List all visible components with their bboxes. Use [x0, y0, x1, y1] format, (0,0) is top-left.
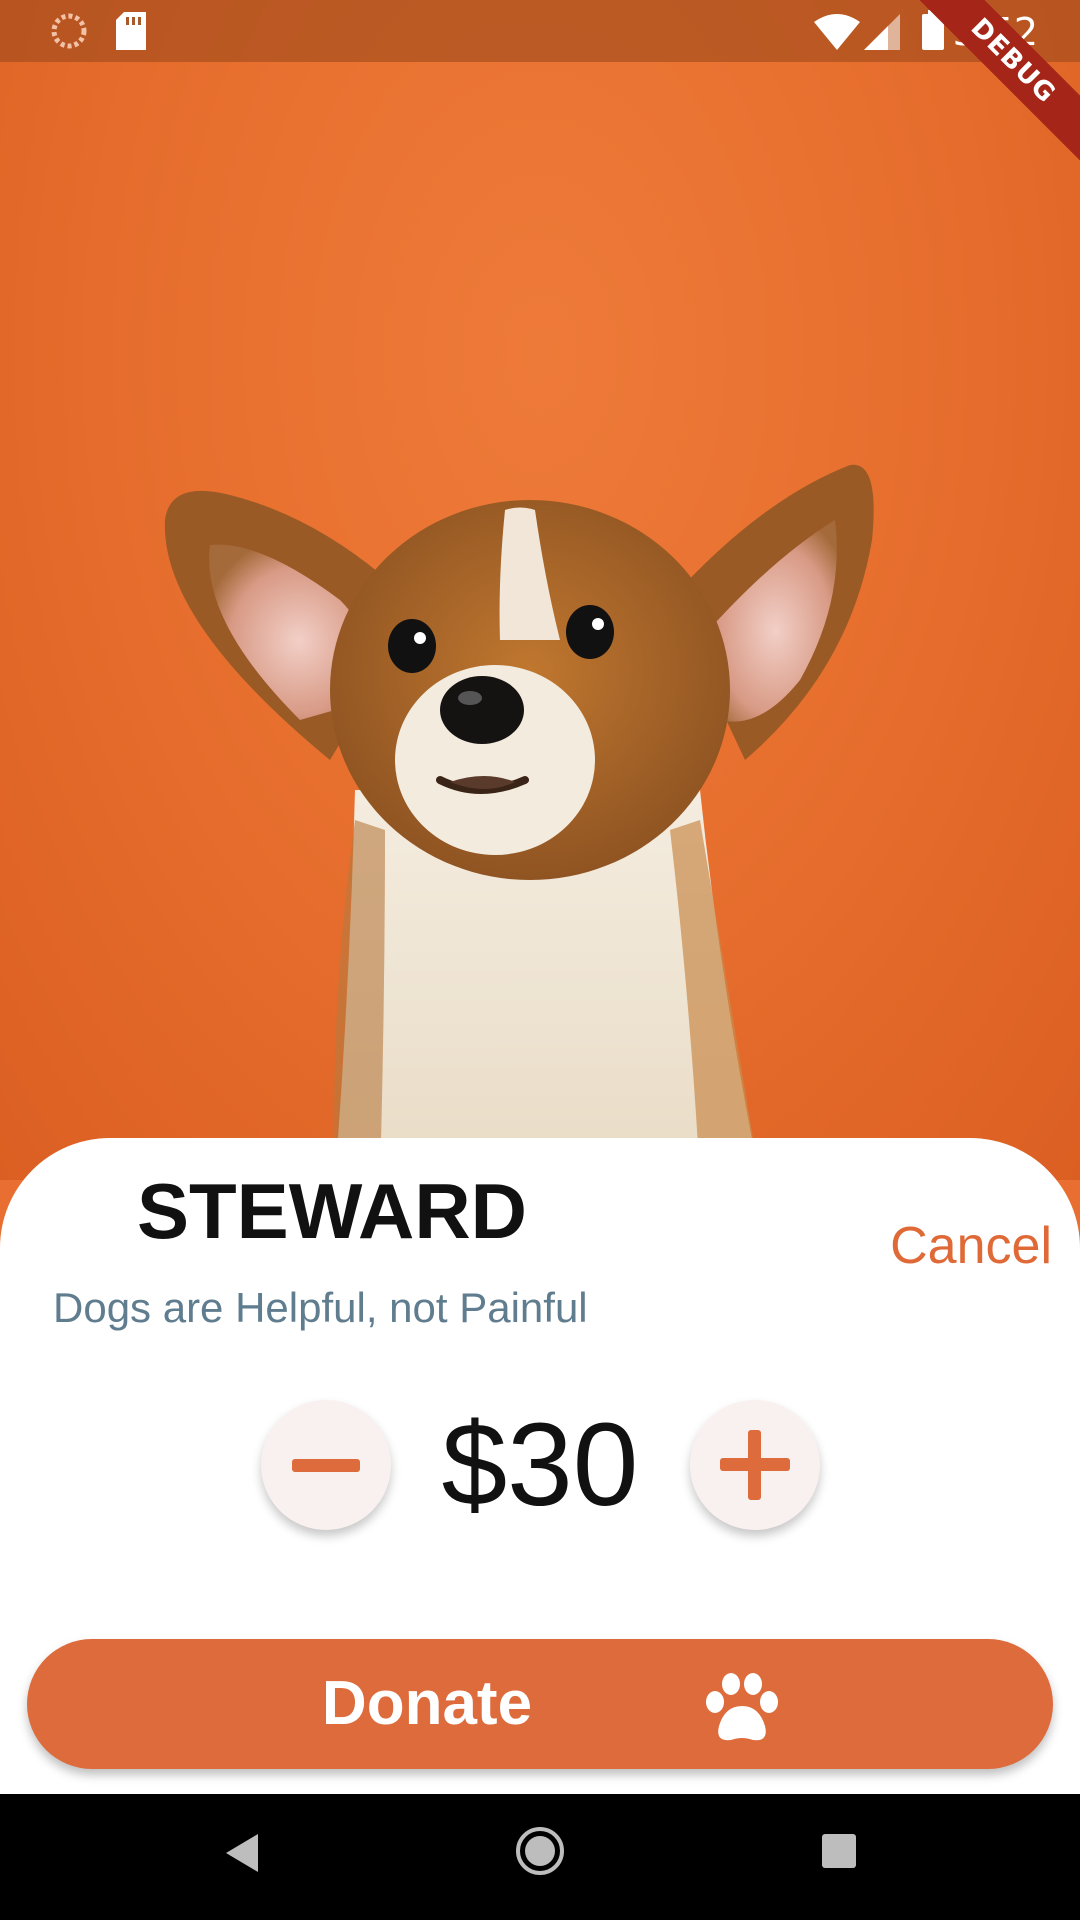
- donation-amount: $30: [441, 1399, 639, 1531]
- plus-icon: [720, 1430, 790, 1500]
- paw-icon: [706, 1673, 778, 1741]
- recents-icon[interactable]: [822, 1834, 856, 1873]
- donation-screen: 3:52 DEBUG STEWARD Cancel Dogs are Helpf…: [0, 0, 1080, 1920]
- signal-icon: [864, 14, 900, 55]
- pet-photo: [0, 0, 1080, 1180]
- loading-icon: [50, 12, 88, 55]
- minus-icon: [292, 1459, 360, 1472]
- wifi-icon: [814, 14, 860, 55]
- sd-card-icon: [116, 12, 146, 55]
- status-bar: 3:52 DEBUG: [0, 0, 1080, 166]
- increase-amount-button[interactable]: [690, 1400, 820, 1530]
- cancel-button[interactable]: Cancel: [890, 1216, 1052, 1276]
- donation-sheet: STEWARD Cancel Dogs are Helpful, not Pai…: [0, 1138, 1080, 1794]
- system-navigation-bar: [0, 1794, 1080, 1920]
- back-icon[interactable]: [226, 1834, 258, 1877]
- donate-label: Donate: [321, 1669, 533, 1738]
- pet-tagline: Dogs are Helpful, not Painful: [53, 1284, 588, 1331]
- home-icon[interactable]: [515, 1826, 565, 1881]
- corgi-illustration: [164, 464, 874, 1180]
- decrease-amount-button[interactable]: [261, 1400, 391, 1530]
- donate-button[interactable]: Donate: [27, 1639, 1053, 1769]
- pet-name: STEWARD: [137, 1167, 527, 1255]
